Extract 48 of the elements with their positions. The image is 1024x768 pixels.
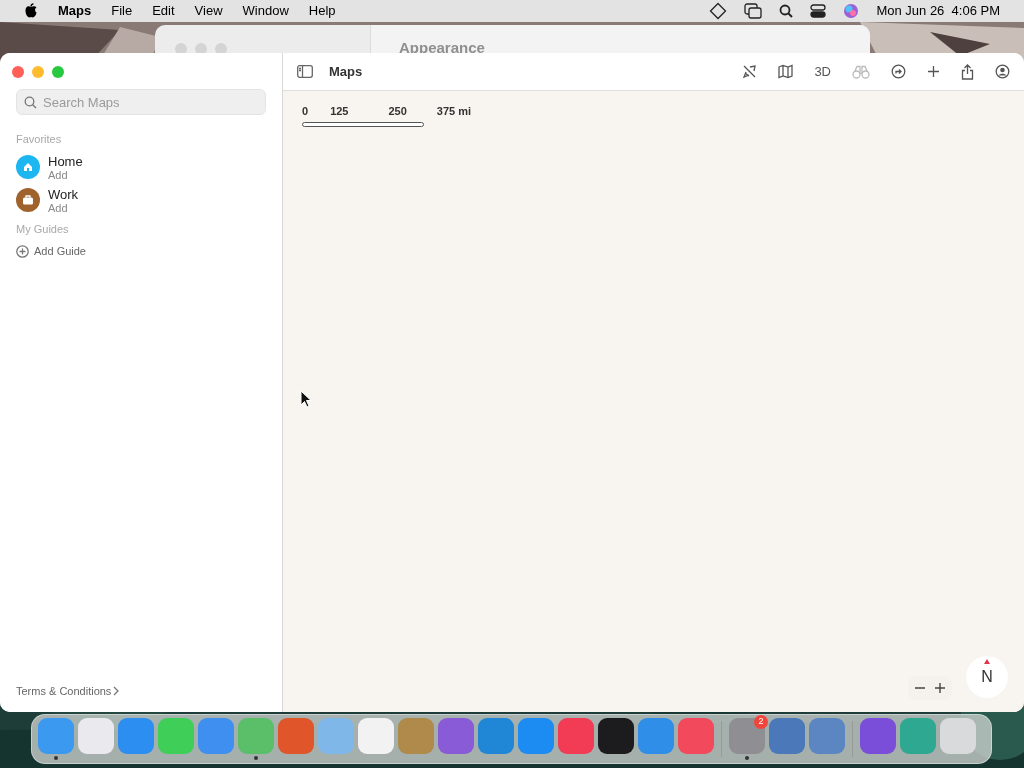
apple-icon[interactable] — [24, 3, 38, 19]
notification-badge: 2 — [754, 715, 768, 729]
compass[interactable]: N — [966, 656, 1008, 698]
plane-icon[interactable] — [742, 64, 758, 79]
menu-item[interactable]: Help — [308, 1, 336, 21]
windows-icon[interactable] — [744, 3, 763, 19]
share-icon[interactable] — [961, 63, 974, 80]
binoculars-icon[interactable] — [852, 64, 870, 79]
window-title: Maps — [329, 62, 363, 81]
zoom-in-icon[interactable] — [934, 682, 946, 694]
search-icon — [24, 96, 37, 109]
close-button[interactable] — [12, 66, 24, 78]
window-title: Appearance — [399, 39, 485, 56]
sidebar-icon[interactable] — [297, 65, 313, 78]
minimize-button[interactable] — [32, 66, 44, 78]
menu-item[interactable]: Window — [242, 1, 289, 21]
app-icon[interactable] — [598, 718, 634, 754]
favorite-subtitle: Add — [48, 168, 69, 181]
app-menu[interactable]: Maps — [58, 1, 92, 21]
3d-button[interactable]: 3D — [814, 61, 831, 82]
diamond-icon[interactable] — [709, 2, 728, 20]
chevron-icon — [113, 685, 120, 696]
section-heading: Favorites — [16, 132, 62, 147]
map-scale: 0 125 250 375 mi — [302, 103, 472, 127]
menu-item[interactable]: View — [194, 1, 223, 21]
favorite-item[interactable]: Work Add — [16, 186, 79, 214]
menu-clock[interactable]: Mon Jun 26 4:06 PM — [876, 1, 1000, 21]
section-heading: My Guides — [16, 221, 69, 237]
directions-icon[interactable] — [891, 64, 906, 79]
search-field[interactable]: Search Maps — [16, 89, 266, 115]
favorite-title: Work — [48, 186, 79, 202]
search-icon[interactable] — [779, 4, 794, 18]
plus-circle-icon — [16, 244, 29, 258]
terms-link[interactable]: Terms & Conditions — [16, 682, 120, 699]
favorite-subtitle: Add — [48, 201, 69, 214]
favorite-item[interactable]: Home Add — [16, 153, 83, 181]
plus-icon[interactable] — [927, 65, 940, 78]
control-center-icon[interactable] — [810, 4, 827, 18]
north-arrow-icon — [984, 659, 990, 664]
menu-item[interactable]: File — [111, 1, 133, 21]
add-guide-button[interactable]: Add Guide — [16, 243, 86, 260]
pointer-icon — [300, 390, 312, 409]
map-icon[interactable] — [778, 64, 794, 79]
zoom-button[interactable] — [52, 66, 64, 78]
favorite-title: Home — [48, 153, 83, 169]
menu-item[interactable]: Edit — [152, 1, 175, 21]
account-icon[interactable] — [995, 64, 1010, 79]
orb-icon[interactable] — [843, 3, 860, 19]
